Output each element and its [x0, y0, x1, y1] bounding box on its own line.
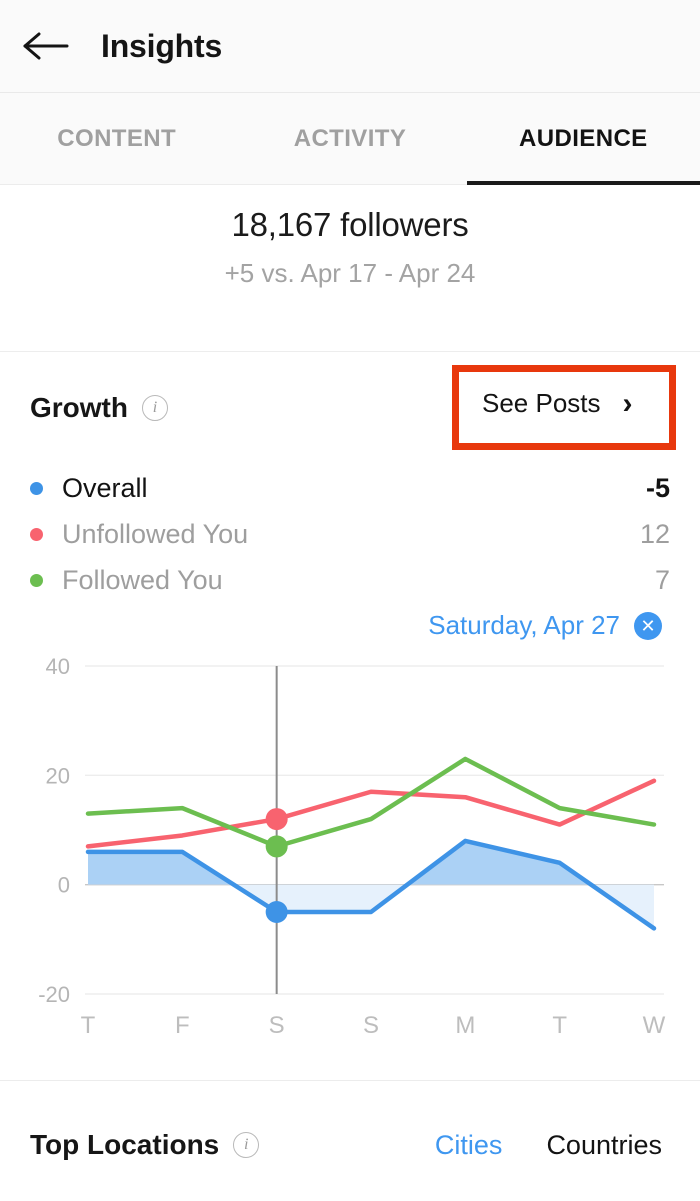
legend-value-overall: -5 — [645, 472, 670, 503]
chart-x-tick-label: M — [455, 1012, 475, 1039]
chart-marker-overall[interactable] — [265, 901, 288, 923]
followers-summary: 18,167 followers +5 vs. Apr 17 - Apr 24 — [0, 186, 700, 352]
legend-value-followed-you: 7 — [654, 564, 670, 595]
growth-chart-svg[interactable]: 40 20 0 -20 T F S S M T W — [0, 645, 700, 1065]
legend-label-followed-you: Followed You — [62, 564, 223, 595]
chart-x-tick-label: S — [269, 1012, 285, 1039]
chart-y-tick-label: 40 — [46, 654, 70, 679]
followers-count: 18,167 followers — [231, 206, 469, 243]
chart-line-unfollowed-you — [85, 778, 657, 849]
tab-audience[interactable]: AUDIENCE — [466, 93, 700, 185]
locations-option-cities[interactable]: Cities — [435, 1130, 503, 1161]
chart-x-tick-label: W — [643, 1012, 666, 1039]
chart-y-tick-label: 0 — [58, 873, 70, 898]
legend-dot-followed-you — [30, 573, 43, 587]
locations-option-countries[interactable]: Countries — [546, 1130, 662, 1161]
see-posts-button[interactable]: See Posts › — [482, 388, 633, 419]
legend-row-followed-you[interactable]: Followed You 7 — [0, 557, 700, 603]
chart-x-tick-label: S — [363, 1012, 379, 1039]
legend-value-unfollowed-you: 12 — [639, 518, 670, 549]
chart-marker-unfollowed-you[interactable] — [265, 808, 288, 831]
legend-dot-overall — [30, 481, 43, 495]
chart-marker-followed-you[interactable] — [265, 835, 288, 858]
arrow-left-icon — [23, 32, 69, 60]
legend-label-overall: Overall — [62, 472, 148, 503]
chart-x-tick-label: T — [552, 1012, 567, 1039]
tab-content[interactable]: CONTENT — [0, 93, 233, 185]
see-posts-label: See Posts — [482, 388, 601, 418]
top-locations-toggle: Cities Countries — [435, 1130, 662, 1161]
selected-date-label: Saturday, Apr 27 — [428, 610, 620, 640]
back-button[interactable] — [18, 18, 74, 74]
insights-screen: Insights CONTENT ACTIVITY AUDIENCE 18,16… — [0, 0, 700, 1201]
chart-x-tick-label: T — [81, 1012, 96, 1039]
legend-row-overall[interactable]: Overall -5 — [0, 465, 700, 511]
close-circle-icon[interactable]: ✕ — [634, 611, 662, 640]
nav-bar: Insights — [0, 0, 700, 93]
followers-delta: +5 vs. Apr 17 - Apr 24 — [224, 258, 476, 288]
info-icon[interactable]: i — [142, 395, 168, 421]
chart-x-tick-label: F — [175, 1012, 190, 1039]
chart-line-followed-you — [85, 756, 657, 849]
growth-chart[interactable]: 40 20 0 -20 T F S S M T W — [0, 645, 700, 1065]
section-divider — [0, 1080, 700, 1081]
legend-row-unfollowed-you[interactable]: Unfollowed You 12 — [0, 511, 700, 557]
top-locations-header: Top Locations i Cities Countries — [0, 1105, 700, 1185]
chart-y-tick-label: -20 — [38, 982, 70, 1007]
chevron-right-icon: › — [622, 386, 633, 420]
growth-legend: Overall -5 Unfollowed You 12 Followed Yo… — [0, 465, 700, 603]
tab-bar: CONTENT ACTIVITY AUDIENCE — [0, 93, 700, 185]
legend-label-unfollowed-you: Unfollowed You — [62, 518, 249, 549]
chart-y-tick-label: 20 — [46, 763, 70, 788]
top-locations-title: Top Locations — [30, 1129, 220, 1160]
selected-date-chip[interactable]: Saturday, Apr 27 ✕ — [428, 610, 662, 641]
tab-activity[interactable]: ACTIVITY — [233, 93, 466, 185]
page-title: Insights — [101, 27, 223, 64]
growth-title: Growth — [30, 392, 128, 423]
legend-dot-unfollowed-you — [30, 527, 43, 541]
info-icon[interactable]: i — [233, 1132, 260, 1158]
